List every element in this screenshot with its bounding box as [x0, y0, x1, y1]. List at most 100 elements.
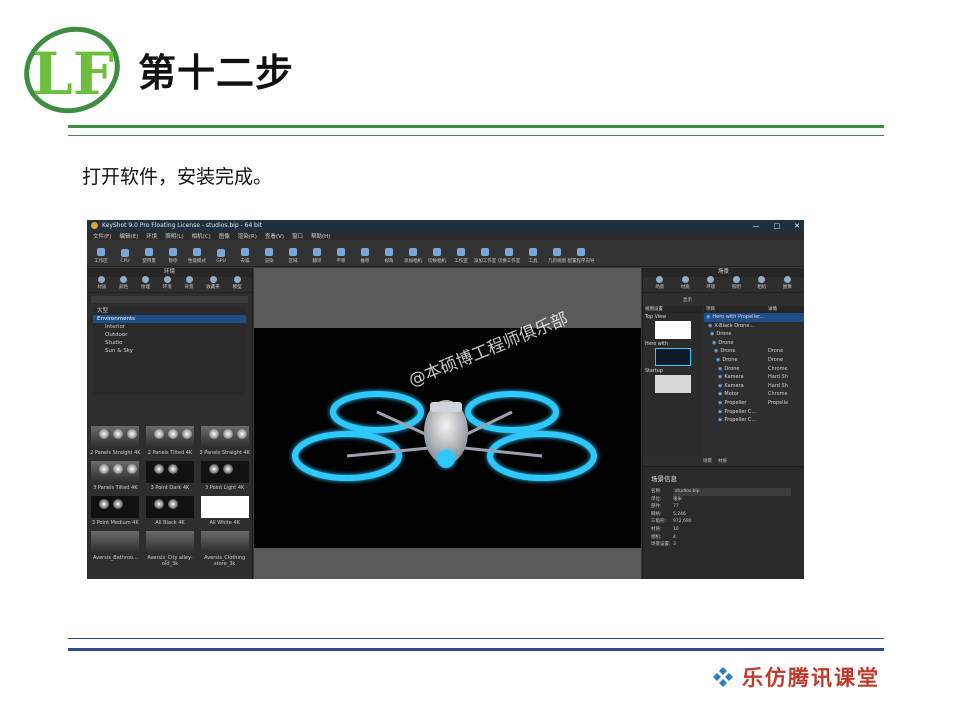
scene-row[interactable]: ◉ Drone [704, 339, 804, 348]
environment-thumbnail[interactable]: 3 Point Dark 4K [144, 461, 197, 491]
environment-thumbnail[interactable]: All Black 4K [144, 496, 197, 526]
camera-item[interactable]: Hero with [645, 342, 703, 366]
tab-favorites[interactable]: 收藏夹 [206, 276, 220, 290]
show-filter-button[interactable]: 显示 [683, 297, 692, 303]
menu-window[interactable]: 窗口 [292, 232, 303, 240]
menu-render[interactable]: 渲染(R) [238, 232, 257, 240]
visibility-eye-icon[interactable]: ◉ [718, 409, 722, 415]
tool-pan[interactable]: 平移 [331, 248, 351, 266]
tool-usage[interactable]: 使用量 [139, 248, 159, 266]
environment-thumbnail[interactable]: Aversis_City alley-old_3k [144, 531, 197, 567]
tool-render[interactable]: 渲染 [259, 248, 279, 266]
tab-backgrounds[interactable]: 背景 [185, 276, 194, 290]
scene-row[interactable]: ◉ Motor Chrome [704, 390, 804, 399]
tool-switch-studio[interactable]: 切换工作室 [498, 248, 520, 266]
environment-thumbnail[interactable]: Aversis_Bathroo... [89, 531, 142, 567]
visibility-eye-icon[interactable]: ◉ [708, 323, 712, 329]
tool-switch-camera[interactable]: 切换相机 [427, 248, 447, 266]
environment-thumbnail[interactable]: 3 Point Light 4K [198, 461, 251, 491]
scene-row[interactable]: ◉ Kamera Hard Sh [704, 373, 804, 382]
visibility-eye-icon[interactable]: ◉ [710, 331, 714, 337]
library-search-input[interactable] [91, 296, 248, 303]
subtab-material[interactable]: 材质 [718, 458, 727, 464]
environment-thumbnail[interactable]: 2 Panels Straight 4K [89, 426, 142, 456]
tab-environments[interactable]: 环境 [163, 276, 172, 290]
tool-add-camera[interactable]: 添加相机 [403, 248, 423, 266]
menu-image[interactable]: 图像 [219, 232, 230, 240]
tab-material[interactable]: 材质 [681, 276, 690, 290]
environment-thumbnail[interactable]: 2 Panels Tilted 4K [144, 426, 197, 456]
tool-tools[interactable]: 工具 [523, 248, 543, 266]
scene-row[interactable]: ◉ Drone Drone [704, 347, 804, 356]
tab-environment[interactable]: 环境 [706, 276, 715, 290]
tab-lighting[interactable]: 照明 [732, 276, 741, 290]
visibility-eye-icon[interactable]: ◉ [714, 348, 718, 354]
tab-textures[interactable]: 纹理 [141, 276, 150, 290]
tree-item[interactable]: Interior [93, 323, 246, 331]
tool-region[interactable]: 区域 [283, 248, 303, 266]
environment-thumbnail[interactable]: 3 Panels Straight 4K [198, 426, 251, 456]
menu-environment[interactable]: 环境 [146, 232, 157, 240]
tool-add-studio[interactable]: 添加工作室 [474, 248, 496, 266]
tool-pause[interactable]: 暂停 [163, 248, 183, 266]
environment-thumbnail[interactable]: 3 Panels Tilted 4K [89, 461, 142, 491]
tool-studio[interactable]: 工作室 [451, 248, 471, 266]
visibility-eye-icon[interactable]: ◉ [716, 357, 720, 363]
scene-row[interactable]: ◉ Drone [704, 330, 804, 339]
minimize-icon[interactable]: — [753, 222, 760, 230]
tool-geometry-view[interactable]: 几何视图 [547, 248, 567, 266]
environment-thumbnail[interactable]: Aversis_Clothing store_3k [198, 531, 251, 567]
tab-image[interactable]: 图像 [783, 276, 792, 290]
scene-row[interactable]: ◉ Propeller Propelle [704, 399, 804, 408]
tool-configurator-wizard[interactable]: 配置程序向导 [568, 248, 595, 266]
tool-dolly[interactable]: 推移 [355, 248, 375, 266]
scene-name-field[interactable]: studios.bip [673, 488, 791, 496]
visibility-eye-icon[interactable]: ◉ [718, 383, 722, 389]
tab-materials[interactable]: 材质 [97, 276, 106, 290]
scene-row[interactable]: ◉ Propeller C... [704, 416, 804, 425]
tree-item[interactable]: Sun & Sky [93, 347, 246, 355]
tool-performance[interactable]: 性能模式 [187, 248, 207, 266]
menu-edit[interactable]: 编辑(E) [119, 232, 138, 240]
tree-item[interactable]: Outdoor [93, 331, 246, 339]
tab-colors[interactable]: 颜色 [119, 276, 128, 290]
menu-camera[interactable]: 相机(C) [192, 232, 211, 240]
tree-item[interactable]: 大型 [93, 307, 246, 315]
scene-row[interactable]: ◉ Kamera Hard Sh [704, 382, 804, 391]
visibility-eye-icon[interactable]: ◉ [718, 400, 722, 406]
tool-denoise[interactable]: 去噪 [235, 248, 255, 266]
tool-workspace[interactable]: 工作区 [91, 248, 111, 266]
close-icon[interactable]: ✕ [794, 222, 800, 230]
environment-thumbnail[interactable]: 3 Point Medium 4K [89, 496, 142, 526]
render-viewport[interactable]: @本硕博工程师俱乐部 [254, 268, 641, 579]
visibility-eye-icon[interactable]: ◉ [718, 366, 722, 372]
scene-row[interactable]: ◉ Drone Chrome [704, 365, 804, 374]
camera-item[interactable]: Top View [645, 315, 703, 339]
menu-lighting[interactable]: 照明(L) [165, 232, 183, 240]
visibility-eye-icon[interactable]: ◉ [712, 340, 716, 346]
tool-gpu[interactable]: GPU [211, 249, 231, 266]
visibility-eye-icon[interactable]: ◉ [718, 417, 722, 423]
tool-translate[interactable]: 翻译 [307, 248, 327, 266]
scene-row[interactable]: ◉ X-Black Drone... [704, 322, 804, 331]
camera-item[interactable]: Startup [645, 369, 703, 393]
scene-row[interactable]: ◉ Hero with Propeller... [704, 313, 804, 322]
tab-camera[interactable]: 相机 [757, 276, 766, 290]
tab-scene[interactable]: 场景 [655, 276, 664, 290]
visibility-eye-icon[interactable]: ◉ [718, 374, 722, 380]
visibility-eye-icon[interactable]: ◉ [706, 314, 710, 320]
scene-row[interactable]: ◉ Drone Drone [704, 356, 804, 365]
maximize-icon[interactable]: □ [774, 222, 781, 230]
tree-item[interactable]: Studio [93, 339, 246, 347]
tool-cpu[interactable]: CPU [115, 249, 135, 266]
subtab-scene[interactable]: 场景 [703, 458, 712, 464]
environment-thumbnail[interactable]: All White 4K [198, 496, 251, 526]
tree-item-environments[interactable]: Environments [93, 315, 246, 323]
menu-help[interactable]: 帮助(H) [311, 232, 330, 240]
tab-models[interactable]: 模型 [233, 276, 242, 290]
menu-view[interactable]: 查看(V) [265, 232, 284, 240]
tool-perspective[interactable]: 视角 [379, 248, 399, 266]
visibility-eye-icon[interactable]: ◉ [718, 391, 722, 397]
scene-row[interactable]: ◉ Propeller C... [704, 408, 804, 417]
menu-file[interactable]: 文件(F) [93, 232, 111, 240]
